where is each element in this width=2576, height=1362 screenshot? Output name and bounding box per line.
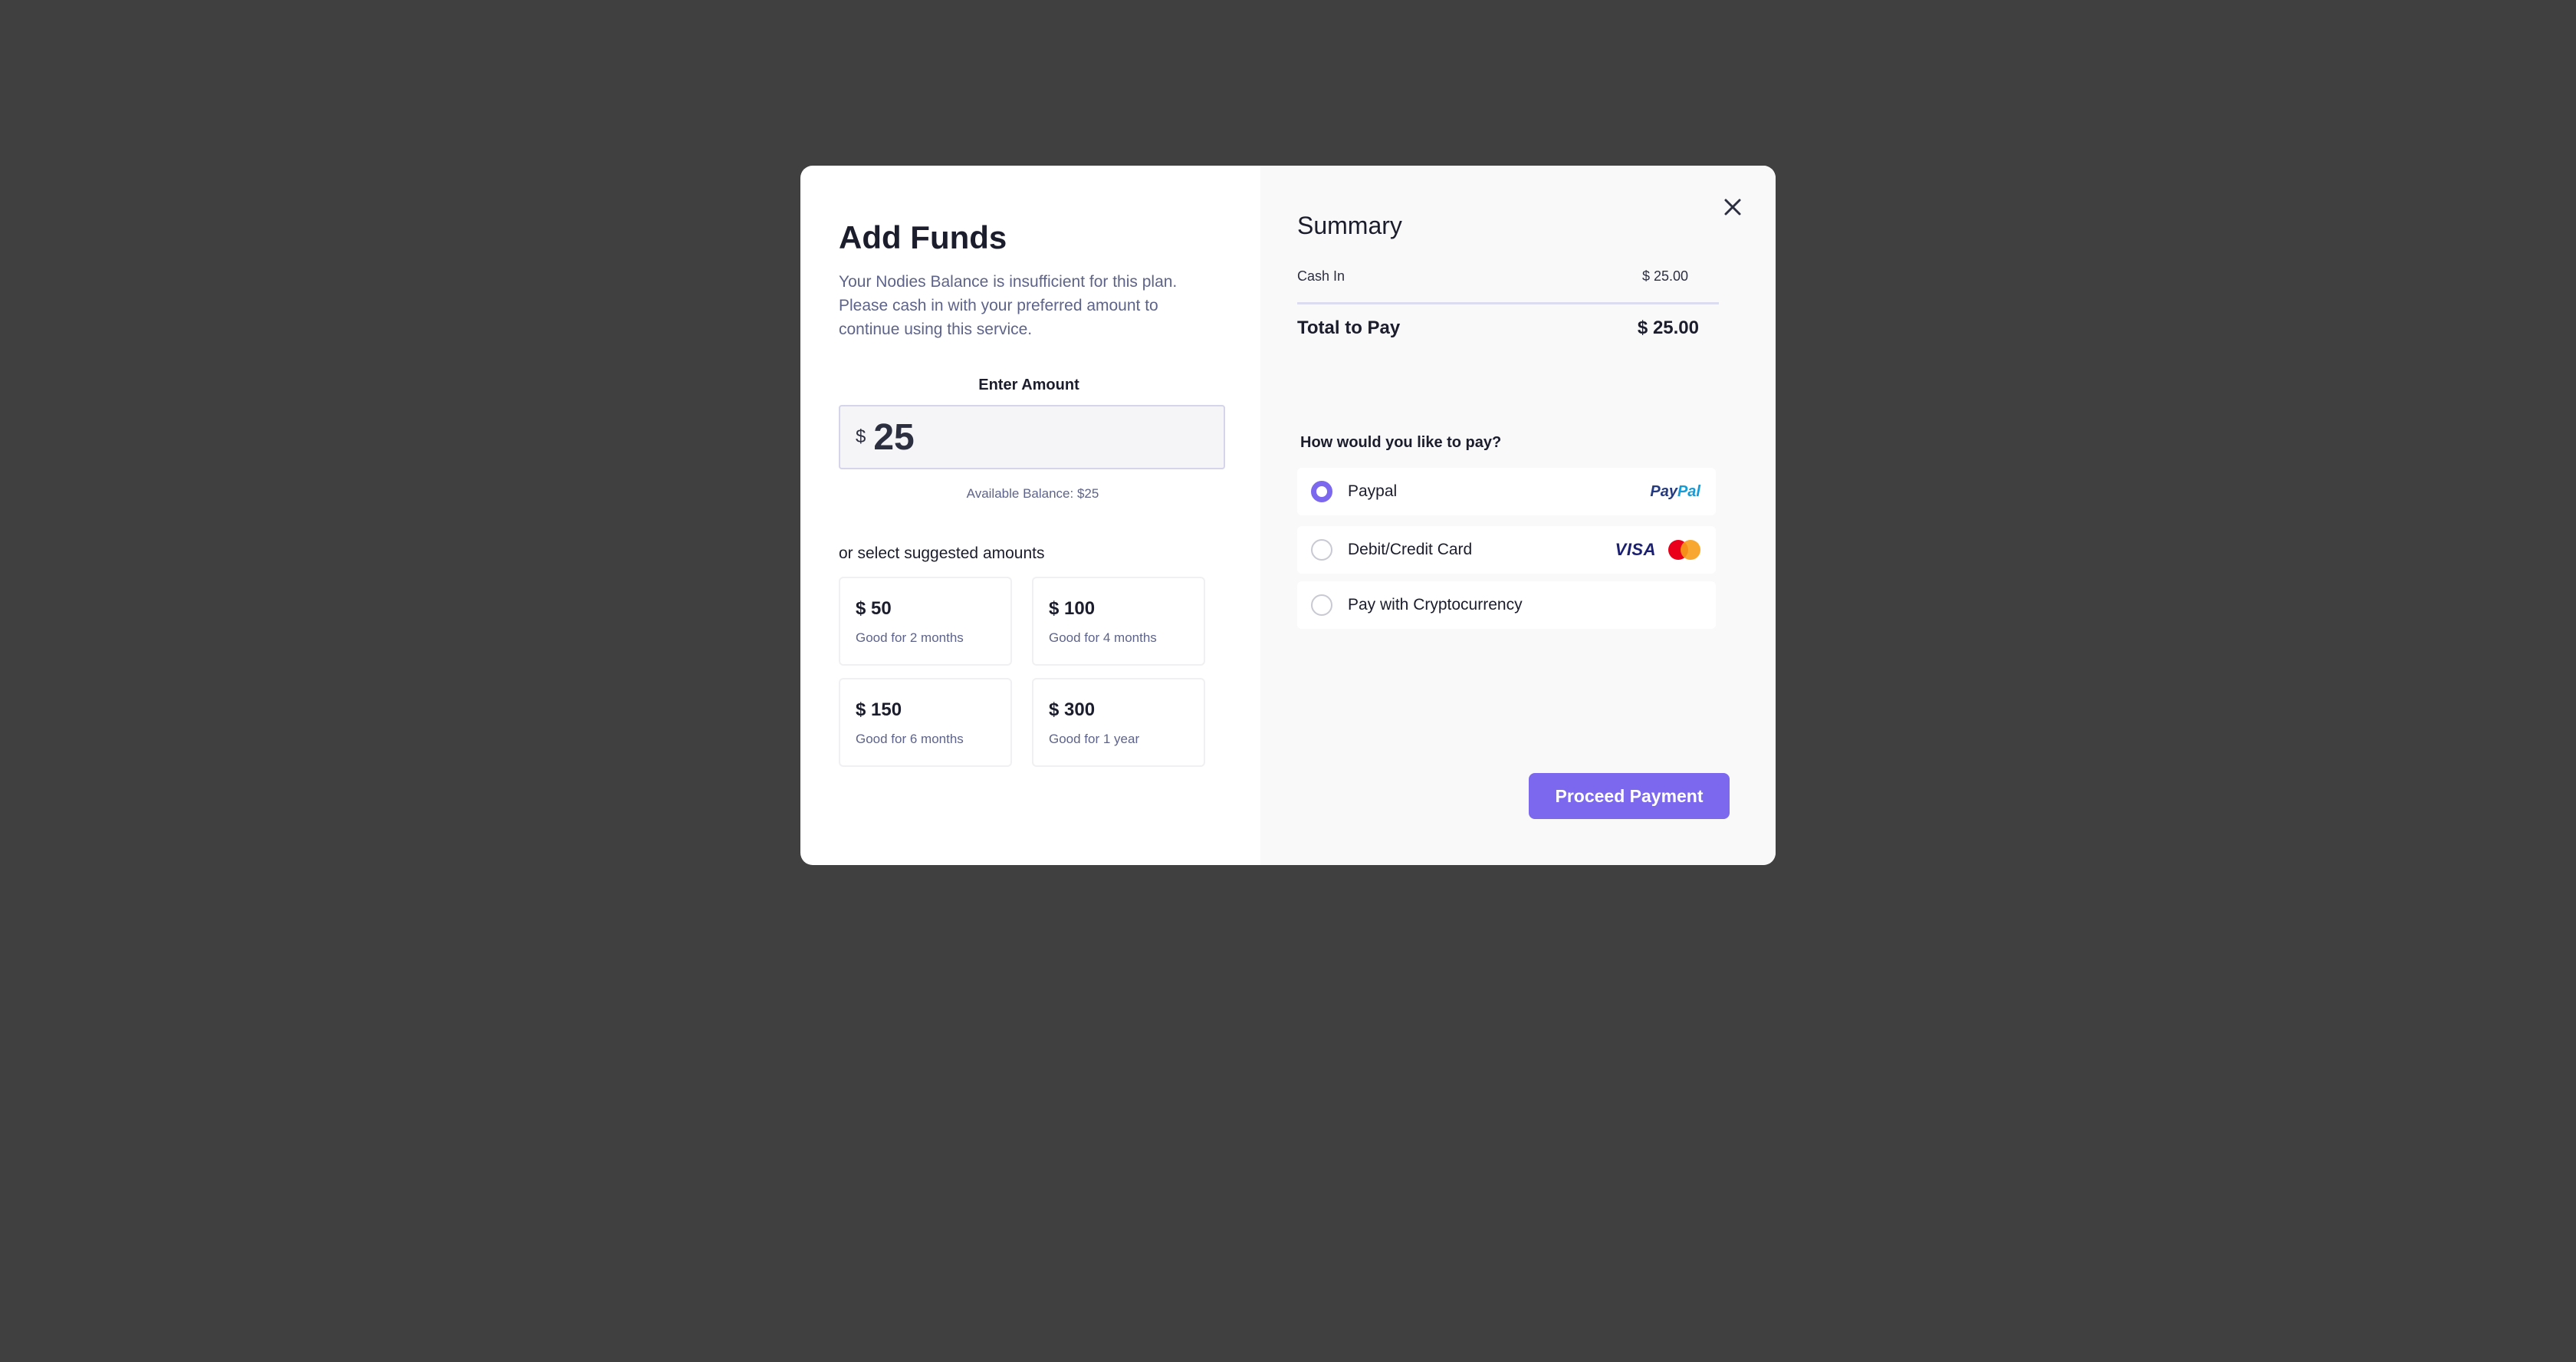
currency-symbol: $ [856, 426, 866, 447]
payment-option-crypto[interactable]: Pay with Cryptocurrency [1297, 581, 1716, 629]
amount-input[interactable] [873, 416, 1181, 459]
available-balance: Available Balance: $25 [966, 486, 1099, 501]
total-row: Total to Pay $ 25.00 [1297, 317, 1704, 339]
proceed-payment-button[interactable]: Proceed Payment [1529, 773, 1730, 819]
radio-button-selected[interactable] [1311, 481, 1332, 502]
add-funds-panel: Add Funds Your Nodies Balance is insuffi… [800, 166, 1260, 865]
suggested-amounts-label: or select suggested amounts [839, 544, 1045, 562]
suggested-amounts-grid: $ 50 Good for 2 months $ 100 Good for 4 … [839, 577, 1224, 767]
payment-option-paypal[interactable]: Paypal PayPal [1297, 468, 1716, 515]
cash-in-value: $ 25.00 [1641, 268, 1688, 284]
summary-panel: Summary Cash In $ 25.00 Total to Pay $ 2… [1260, 166, 1776, 865]
mastercard-logo [1668, 540, 1700, 560]
payment-option-label: Paypal [1348, 482, 1398, 500]
radio-button[interactable] [1311, 539, 1332, 561]
summary-divider [1297, 302, 1719, 304]
total-label: Total to Pay [1297, 317, 1401, 338]
enter-amount-label: Enter Amount [978, 377, 1079, 393]
total-value: $ 25.00 [1637, 317, 1699, 338]
insufficient-balance-message: Your Nodies Balance is insufficient for … [839, 273, 1178, 338]
suggested-amount-note: Good for 1 year [1049, 732, 1140, 746]
suggested-amount-100[interactable]: $ 100 Good for 4 months [1032, 577, 1205, 666]
suggested-amount-note: Good for 2 months [856, 630, 964, 645]
close-icon [1724, 199, 1741, 215]
suggested-amount-note: Good for 6 months [856, 732, 964, 746]
summary-title: Summary [1297, 212, 1402, 239]
suggested-amount-value: $ 50 [856, 598, 892, 619]
suggested-amount-note: Good for 4 months [1049, 630, 1157, 645]
cash-in-label: Cash In [1297, 268, 1346, 284]
visa-logo: VISA [1615, 540, 1656, 559]
paypal-logo-group: PayPal [1650, 483, 1700, 501]
modal-title: Add Funds [839, 219, 1007, 255]
add-funds-modal: Add Funds Your Nodies Balance is insuffi… [800, 166, 1776, 865]
paypal-logo-pal: Pal [1677, 482, 1700, 500]
suggested-amount-value: $ 100 [1049, 598, 1096, 619]
suggested-amount-300[interactable]: $ 300 Good for 1 year [1032, 678, 1205, 767]
paypal-logo-pay: Pay [1650, 482, 1677, 500]
payment-option-label: Debit/Credit Card [1348, 541, 1473, 558]
payment-option-card[interactable]: Debit/Credit Card VISA [1297, 526, 1716, 574]
suggested-amount-value: $ 300 [1049, 699, 1096, 720]
suggested-amount-150[interactable]: $ 150 Good for 6 months [839, 678, 1012, 767]
paypal-logo: PayPal [1650, 483, 1700, 501]
payment-method-question: How would you like to pay? [1300, 434, 1502, 451]
amount-field[interactable]: $ [839, 405, 1225, 469]
suggested-amount-value: $ 150 [856, 699, 902, 720]
suggested-amount-50[interactable]: $ 50 Good for 2 months [839, 577, 1012, 666]
radio-button[interactable] [1311, 594, 1332, 616]
close-button[interactable] [1719, 193, 1746, 221]
cash-in-row: Cash In $ 25.00 [1297, 268, 1704, 285]
card-logos: VISA [1615, 540, 1700, 560]
payment-option-label: Pay with Cryptocurrency [1348, 596, 1523, 614]
